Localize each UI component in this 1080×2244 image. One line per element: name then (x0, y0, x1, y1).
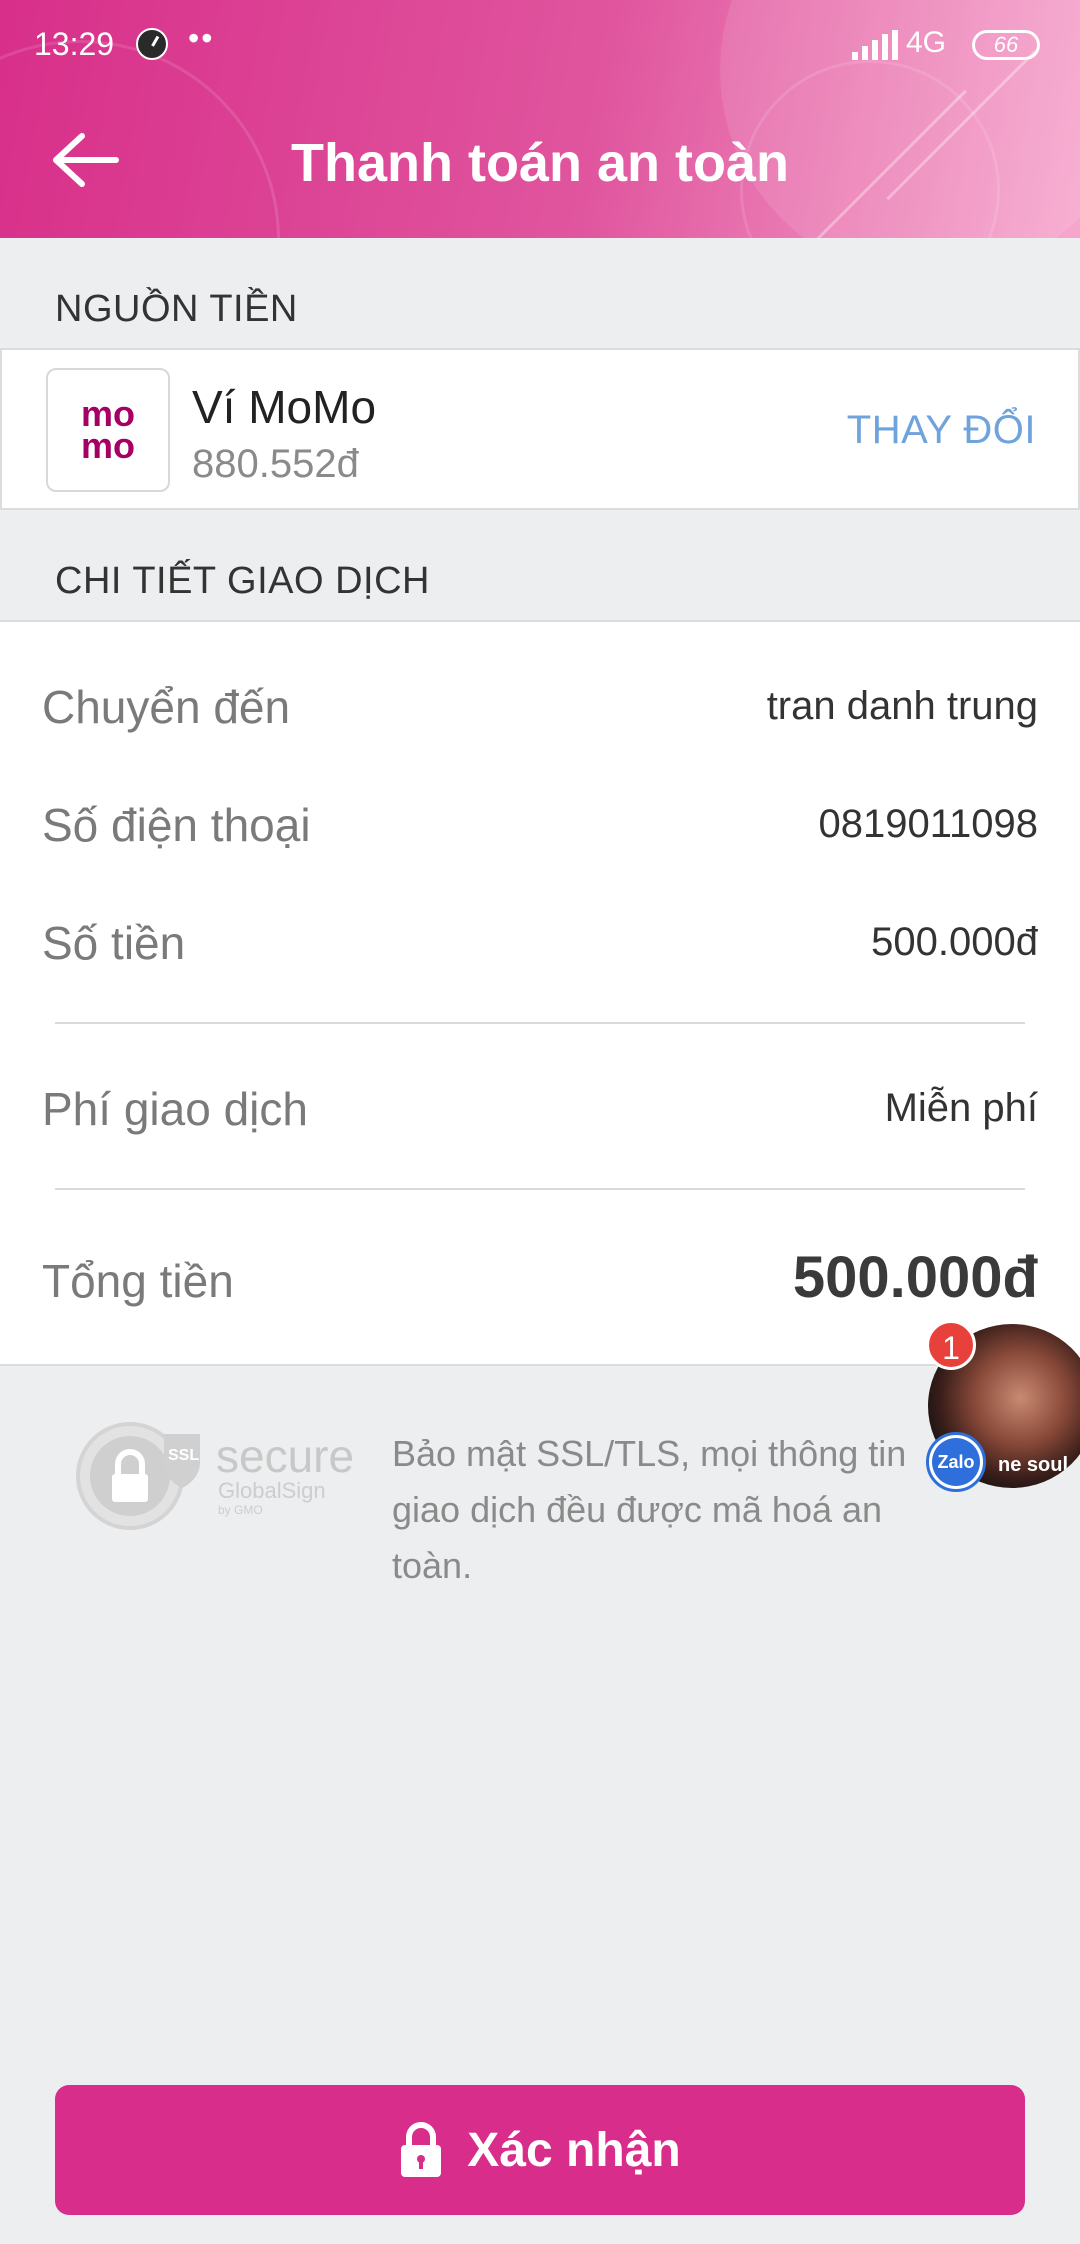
network-type: 4G (906, 26, 947, 59)
detail-value: tran danh trung (766, 684, 1038, 728)
detail-value: Miễn phí (884, 1086, 1038, 1130)
battery-icon: 66 (972, 30, 1040, 60)
details-section-label: CHI TIẾT GIAO DỊCH (55, 560, 430, 602)
divider (55, 1022, 1025, 1024)
wallet-balance: 880.552đ (192, 442, 359, 486)
detail-label: Tổng tiền (42, 1255, 234, 1307)
notification-dots: •• (188, 20, 215, 56)
source-section-label: NGUỒN TIỀN (55, 288, 298, 330)
header-bar: 13:29 •• 4G 66 Thanh toán an toàn (0, 0, 1080, 238)
status-time: 13:29 (34, 26, 115, 62)
logo-secure-text: secure (216, 1430, 354, 1482)
alarm-clock-icon (136, 28, 168, 60)
unread-badge: 1 (926, 1320, 976, 1370)
detail-value: 500.000đ (871, 920, 1038, 964)
detail-label: Chuyển đến (42, 681, 291, 733)
logo-gmo-text: by GMO (218, 1503, 263, 1517)
zalo-icon: Zalo (926, 1432, 986, 1492)
logo-text: mo (81, 425, 135, 466)
detail-value: 0819011098 (818, 802, 1039, 846)
signal-icon (852, 30, 898, 60)
change-source-button[interactable]: THAY ĐỔI (847, 408, 1036, 453)
detail-label: Số điện thoại (42, 799, 311, 851)
momo-logo: mo mo (46, 368, 170, 492)
lock-icon (399, 2121, 443, 2179)
transaction-details-card: Chuyển đến tran danh trung Số điện thoại… (0, 620, 1080, 1366)
detail-label: Phí giao dịch (42, 1083, 308, 1135)
zalo-label: Zalo (932, 1438, 980, 1486)
confirm-label: Xác nhận (467, 2123, 681, 2177)
globalsign-secure-logo: SSL secure GlobalSign by GMO (76, 1420, 372, 1532)
confirm-button[interactable]: Xác nhận (55, 2085, 1025, 2215)
detail-label: Số tiền (42, 917, 186, 969)
zalo-chat-head[interactable]: ne soul 1 Zalo (926, 1320, 1080, 1492)
logo-globalsign-text: GlobalSign (218, 1478, 326, 1503)
avatar-caption: ne soul (998, 1454, 1069, 1476)
payment-source-card[interactable]: mo mo Ví MoMo 880.552đ THAY ĐỔI (0, 348, 1080, 510)
status-bar: 13:29 •• 4G 66 (0, 0, 1080, 90)
security-note: Bảo mật SSL/TLS, mọi thông tin giao dịch… (392, 1433, 907, 1586)
divider (55, 1188, 1025, 1190)
total-amount: 500.000đ (792, 1245, 1038, 1310)
wallet-name: Ví MoMo (192, 381, 377, 433)
logo-ssl-text: SSL (168, 1447, 199, 1464)
page-title: Thanh toán an toàn (291, 133, 789, 193)
